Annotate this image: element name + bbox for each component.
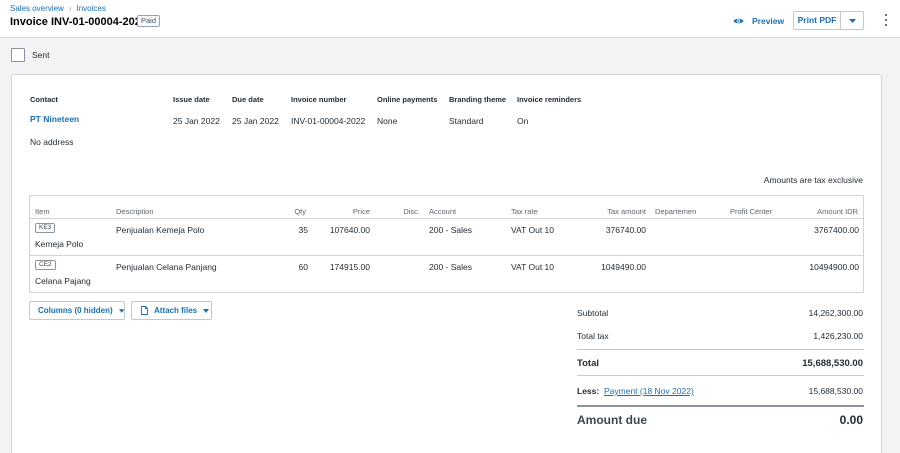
breadcrumb: Sales overview › Invoices (10, 4, 106, 13)
total-tax-value: 1,426,230.00 (813, 331, 863, 341)
columns-button-label: Columns (0 hidden) (38, 306, 113, 315)
breadcrumb-sales-overview[interactable]: Sales overview (10, 4, 64, 13)
table-row-divider (30, 255, 863, 256)
less-label: Less: (577, 386, 600, 396)
column-header-tax-amount: Tax amount (607, 207, 646, 216)
item-tax-rate: VAT Out 10 (511, 225, 554, 235)
item-name: Celana Pajang (35, 276, 91, 286)
item-price: 174915.00 (329, 262, 370, 272)
breadcrumb-invoices[interactable]: Invoices (76, 4, 105, 13)
column-header-disc: Disc. (403, 207, 420, 216)
total-value: 15,688,530.00 (802, 358, 863, 369)
totals-divider (577, 349, 864, 350)
table-row-divider (30, 218, 863, 219)
item-price: 107640.00 (329, 225, 370, 235)
payment-value: 15,688,530.00 (808, 386, 863, 396)
amount-due-label: Amount due (577, 413, 647, 427)
totals-divider (577, 375, 864, 376)
branding-theme-header: Branding theme (449, 95, 507, 104)
item-code-badge: KE3 (35, 223, 56, 233)
attach-files-label: Attach files (154, 306, 198, 315)
preview-button[interactable]: Preview (733, 14, 784, 28)
branding-theme-value: Standard (449, 116, 484, 126)
item-account: 200 - Sales (429, 225, 472, 235)
caret-down-icon (118, 308, 124, 313)
invoice-reminders-value: On (517, 116, 529, 126)
column-header-profit-center: Profit Center (730, 207, 773, 216)
subtotal-value: 14,262,300.00 (808, 308, 863, 318)
status-badge: Paid (137, 15, 161, 27)
issue-date-value: 25 Jan 2022 (173, 116, 220, 126)
online-payments-value: None (377, 116, 398, 126)
print-pdf-button[interactable]: Print PDF (794, 12, 841, 29)
due-date-header: Due date (232, 95, 264, 104)
kebab-icon[interactable] (883, 14, 889, 26)
contact-header: Contact (30, 95, 58, 104)
sent-checkbox[interactable] (11, 48, 25, 62)
item-tax-rate: VAT Out 10 (511, 262, 554, 272)
issue-date-header: Issue date (173, 95, 210, 104)
preview-label: Preview (752, 16, 785, 26)
payment-link[interactable]: Payment (18 Nov 2022) (604, 386, 694, 396)
due-date-value: 25 Jan 2022 (232, 116, 279, 126)
item-name: Kemeja Polo (35, 239, 84, 249)
document-icon (141, 306, 148, 315)
column-header-description: Description (116, 207, 154, 216)
item-description: Penjualan Kemeja Polo (116, 225, 205, 235)
attach-files-button[interactable]: Attach files (131, 301, 212, 320)
page-title: Invoice INV-01-00004-2022 (10, 16, 147, 28)
columns-button[interactable]: Columns (0 hidden) (29, 301, 125, 320)
contact-address: No address (30, 137, 74, 147)
item-tax-amount: 1049490.00 (601, 262, 646, 272)
amount-due-divider (577, 405, 864, 407)
item-amount: 3767400.00 (814, 225, 859, 235)
item-code-badge: CE2 (35, 260, 56, 270)
item-qty: 60 (298, 262, 308, 272)
invoice-reminders-header: Invoice reminders (517, 95, 582, 104)
invoice-number-header: Invoice number (291, 95, 347, 104)
column-header-amount: Amount IDR (817, 207, 858, 216)
invoice-number-value: INV-01-00004-2022 (291, 116, 366, 126)
item-account: 200 - Sales (429, 262, 472, 272)
sent-toggle: Sent (11, 48, 50, 62)
sent-label: Sent (32, 50, 50, 60)
item-tax-amount: 376740.00 (605, 225, 646, 235)
column-header-departemen: Departemen (655, 207, 697, 216)
top-bar: Sales overview › Invoices Invoice INV-01-0… (0, 0, 900, 38)
item-amount: 10494900.00 (809, 262, 859, 272)
column-header-tax-rate: Tax rate (511, 207, 538, 216)
item-description: Penjualan Celana Panjang (116, 262, 217, 272)
print-pdf-button-group: Print PDF (793, 11, 864, 30)
contact-link[interactable]: PT Nineteen (30, 114, 79, 124)
eye-icon (733, 18, 744, 24)
total-label: Total (577, 358, 599, 369)
subtotal-label: Subtotal (577, 308, 609, 318)
print-pdf-dropdown-button[interactable] (841, 12, 863, 29)
caret-down-icon (203, 308, 210, 313)
column-header-account: Account (429, 207, 457, 216)
amounts-tax-note: Amounts are tax exclusive (763, 175, 863, 185)
caret-down-icon (848, 18, 856, 23)
column-header-item: Item (35, 207, 50, 216)
total-tax-label: Total tax (577, 331, 609, 341)
column-header-qty: Qty (294, 207, 306, 216)
column-header-price: Price (352, 207, 370, 216)
item-qty: 35 (298, 225, 308, 235)
amount-due-value: 0.00 (839, 413, 863, 427)
breadcrumb-separator: › (68, 4, 72, 13)
online-payments-header: Online payments (377, 95, 438, 104)
